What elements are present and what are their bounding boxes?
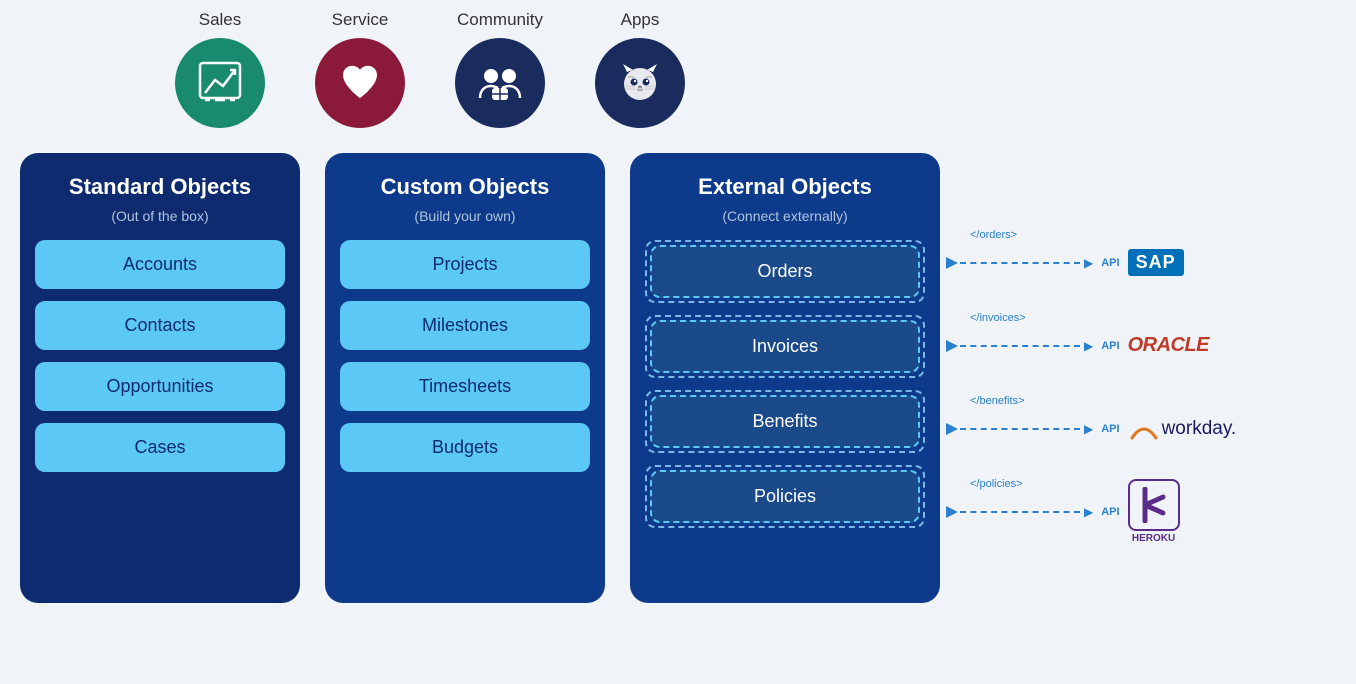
logo-workday: workday. [1128, 418, 1237, 440]
external-objects-title: External Objects [645, 173, 925, 202]
apps-icon-circle [595, 38, 685, 128]
service-icon [335, 58, 385, 108]
sales-icon [195, 58, 245, 108]
standard-objects-title: Standard Objects [35, 173, 285, 202]
apps-icon-item: Apps [570, 10, 710, 128]
logo-heroku: HEROKU [1128, 479, 1180, 544]
external-objects-subtitle: (Connect externally) [645, 208, 925, 224]
policies-left-arrow [938, 502, 958, 522]
community-icon-item: Community [430, 10, 570, 128]
policies-dashed-box: Policies [645, 465, 925, 528]
conn-policies-heroku: ▶ API HEROKU [940, 470, 1236, 553]
sales-icon-circle [175, 38, 265, 128]
top-icons-row: Sales Service Community [150, 10, 1336, 133]
external-item-policies: Policies [650, 470, 920, 523]
conn-api-sap: API [1101, 257, 1119, 269]
policies-code-label: </policies> [970, 478, 1023, 490]
sales-label: Sales [199, 10, 242, 30]
custom-objects-subtitle: (Build your own) [340, 208, 590, 224]
external-section: External Objects (Connect externally) Or… [630, 153, 1236, 603]
community-icon-circle [455, 38, 545, 128]
invoices-code-label: </invoices> [970, 312, 1026, 324]
conn-invoices-oracle: ▶ API ORACLE </invoices> [940, 304, 1236, 387]
bottom-section: Standard Objects (Out of the box) Accoun… [20, 153, 1336, 603]
community-icon [475, 58, 525, 108]
standard-item-contacts: Contacts [35, 301, 285, 350]
orders-code-label: </orders> [970, 229, 1017, 241]
custom-objects-panel: Custom Objects (Build your own) Projects… [325, 153, 605, 603]
heroku-text-label: HEROKU [1132, 533, 1175, 544]
external-item-benefits: Benefits [650, 395, 920, 448]
custom-item-projects: Projects [340, 240, 590, 289]
benefits-dashed-box: Benefits [645, 390, 925, 453]
standard-item-accounts: Accounts [35, 240, 285, 289]
connection-lines: ▶ API SAP </orders> ▶ [940, 221, 1236, 553]
custom-objects-title: Custom Objects [340, 173, 590, 202]
orders-left-arrow [938, 253, 958, 273]
standard-item-opportunities: Opportunities [35, 362, 285, 411]
standard-objects-subtitle: (Out of the box) [35, 208, 285, 224]
invoices-left-arrow [938, 336, 958, 356]
community-label: Community [457, 10, 543, 30]
conn-api-workday: API [1101, 423, 1119, 435]
apps-icon [615, 58, 665, 108]
service-icon-item: Service [290, 10, 430, 128]
service-icon-circle [315, 38, 405, 128]
external-objects-panel: External Objects (Connect externally) Or… [630, 153, 940, 603]
conn-benefits-workday: ▶ API workday. </benefits> [940, 387, 1236, 470]
external-item-orders: Orders [650, 245, 920, 298]
external-item-invoices: Invoices [650, 320, 920, 373]
logo-oracle: ORACLE [1128, 334, 1209, 357]
standard-objects-panel: Standard Objects (Out of the box) Accoun… [20, 153, 300, 603]
logo-sap: SAP [1128, 249, 1184, 276]
standard-item-cases: Cases [35, 423, 285, 472]
workday-arc-icon [1128, 418, 1160, 440]
custom-item-milestones: Milestones [340, 301, 590, 350]
sales-icon-item: Sales [150, 10, 290, 128]
benefits-code-label: </benefits> [970, 395, 1024, 407]
main-container: Sales Service Community [0, 0, 1356, 684]
conn-api-heroku: API [1101, 506, 1119, 518]
service-label: Service [332, 10, 389, 30]
custom-item-timesheets: Timesheets [340, 362, 590, 411]
benefits-left-arrow [938, 419, 958, 439]
conn-api-oracle: API [1101, 340, 1119, 352]
apps-label: Apps [621, 10, 660, 30]
invoices-dashed-box: Invoices [645, 315, 925, 378]
orders-dashed-box: Orders [645, 240, 925, 303]
heroku-h-icon [1139, 487, 1169, 523]
conn-orders-sap: ▶ API SAP </orders> [940, 221, 1236, 304]
custom-item-budgets: Budgets [340, 423, 590, 472]
